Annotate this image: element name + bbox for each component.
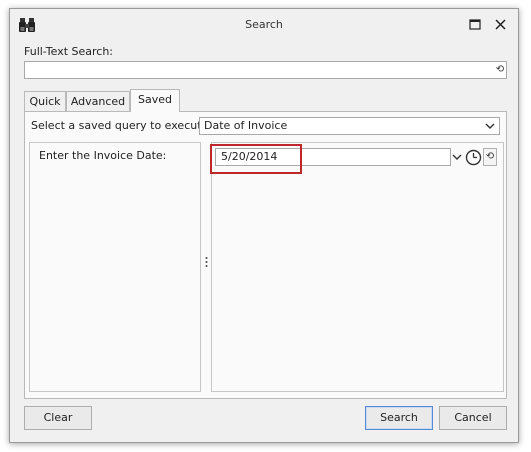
window-title: Search [245, 18, 283, 31]
tab-quick-label: Quick [29, 95, 61, 108]
search-button-label: Search [380, 411, 418, 424]
tab-saved-label: Saved [138, 93, 172, 106]
undo-icon: ⟲ [485, 151, 495, 162]
close-button[interactable] [490, 15, 512, 35]
clear-button-label: Clear [43, 411, 73, 424]
clock-button[interactable] [465, 149, 482, 166]
fulltext-search-input[interactable] [24, 61, 507, 79]
saved-query-value: Date of Invoice [204, 119, 288, 132]
cancel-button-label: Cancel [454, 411, 492, 424]
pane-splitter[interactable] [202, 142, 211, 392]
undo-icon: ⟲ [495, 64, 505, 75]
clear-button[interactable]: Clear [24, 406, 92, 430]
parameter-value-pane: 5/20/2014 ⟲ [210, 142, 504, 392]
maximize-icon [469, 19, 481, 30]
date-dropdown-button[interactable] [450, 148, 464, 166]
fulltext-search-label: Full-Text Search: [24, 45, 114, 58]
invoice-date-label: Enter the Invoice Date: [39, 149, 167, 162]
close-icon [495, 19, 506, 30]
chevron-down-icon[interactable] [483, 119, 497, 133]
chevron-down-icon [452, 154, 462, 160]
saved-query-select[interactable]: Date of Invoice [199, 117, 500, 135]
highlight-box [210, 144, 302, 174]
saved-tab-panel: Select a saved query to execute: Date of… [24, 111, 507, 399]
search-button[interactable]: Search [365, 406, 433, 430]
clock-icon [465, 149, 482, 166]
splitter-grip-icon [205, 257, 208, 267]
tab-quick[interactable]: Quick [24, 91, 66, 112]
parameter-label-pane: Enter the Invoice Date: [29, 142, 201, 392]
tab-advanced[interactable]: Advanced [66, 91, 130, 112]
fulltext-reset-button[interactable]: ⟲ [494, 63, 506, 77]
tab-saved[interactable]: Saved [130, 89, 180, 112]
maximize-button[interactable] [464, 15, 486, 35]
date-reset-button[interactable]: ⟲ [483, 148, 497, 166]
search-dialog: Search Full-Text Search: ⟲ Quick Advance… [9, 8, 519, 443]
tab-advanced-label: Advanced [70, 95, 126, 108]
saved-query-label: Select a saved query to execute: [31, 119, 213, 132]
cancel-button[interactable]: Cancel [439, 406, 507, 430]
title-bar: Search [10, 9, 518, 41]
